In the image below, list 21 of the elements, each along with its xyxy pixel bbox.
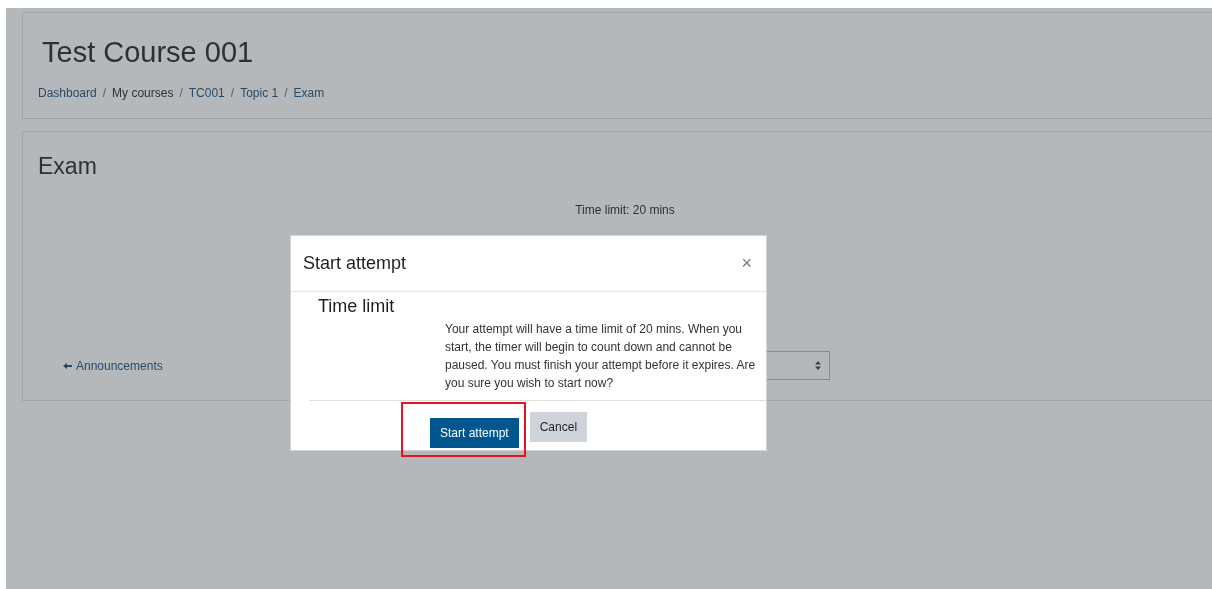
- breadcrumb-separator: /: [284, 86, 288, 100]
- section-heading: Time limit: [318, 296, 395, 317]
- jump-select[interactable]: [766, 351, 830, 380]
- activity-title: Exam: [38, 152, 97, 180]
- breadcrumb-link[interactable]: Dashboard: [38, 86, 97, 100]
- info-text: Time limit: 20 mins: [575, 203, 675, 217]
- close-button[interactable]: ×: [739, 253, 754, 274]
- start-attempt-button[interactable]: Start attempt: [430, 417, 519, 448]
- breadcrumb-link[interactable]: TC001: [188, 86, 225, 100]
- breadcrumb-separator: /: [230, 86, 235, 100]
- arrow-left-icon: [63, 362, 72, 369]
- sort-caret-icon: [815, 361, 821, 370]
- breadcrumb-link[interactable]: Exam: [293, 86, 325, 100]
- breadcrumb-link[interactable]: Topic 1: [240, 86, 279, 100]
- course-title: Test Course 001: [42, 35, 254, 69]
- breadcrumb-text: My courses: [112, 86, 174, 100]
- dialog-title: Start attempt: [303, 253, 407, 274]
- dialog-message: Your attempt will have a time limit of 20 mins. When you start, the timer will begin to count down and cannot be paused. You must finish your attempt before it expires. Are you sure you wish to start now?: [445, 321, 757, 392]
- cancel-button[interactable]: Cancel: [529, 412, 588, 442]
- breadcrumb-separator: /: [179, 86, 183, 100]
- breadcrumb-separator: /: [102, 86, 107, 100]
